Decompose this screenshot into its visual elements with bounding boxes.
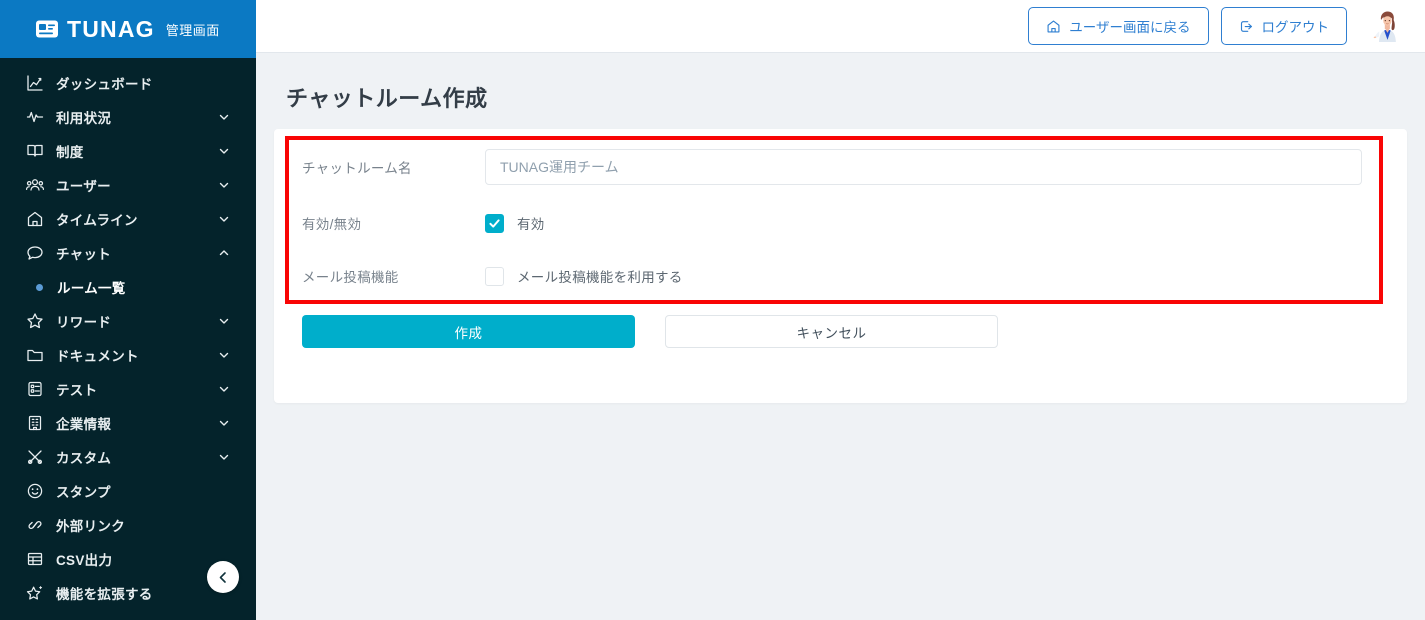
home-icon — [26, 210, 44, 228]
brand-subtitle: 管理画面 — [165, 22, 220, 38]
home-icon — [1046, 19, 1069, 34]
building-icon — [26, 414, 44, 432]
top-bar: ユーザー画面に戻る ログアウト — [256, 0, 1425, 53]
sidebar-item-external-link[interactable]: 外部リンク — [0, 508, 256, 542]
logout-arrow-icon — [1239, 19, 1262, 34]
mail-post-checkbox[interactable] — [485, 266, 504, 286]
chevron-down-icon[interactable] — [218, 145, 230, 157]
avatar[interactable] — [1367, 6, 1407, 46]
sidebar-item-usage[interactable]: 利用状況 — [0, 100, 256, 134]
mail-post-row: メール投稿機能 メール投稿機能を利用する — [274, 251, 1407, 301]
star-icon — [26, 312, 44, 330]
sidebar-nav: ダッシュボード 利用状況 制度 ユーザー タイムライン チャット ルーム一覧 リ… — [0, 58, 256, 610]
sparkle-star-icon — [26, 584, 44, 602]
room-name-input[interactable] — [485, 149, 1362, 185]
shuffle-custom-icon — [26, 448, 44, 466]
enabled-label: 有効/無効 — [302, 217, 362, 232]
mail-post-label: メール投稿機能 — [302, 270, 399, 285]
back-to-user-screen-button[interactable]: ユーザー画面に戻る — [1028, 7, 1209, 45]
sidebar-item-custom[interactable]: カスタム — [0, 440, 256, 474]
enabled-row: 有効/無効 有効 — [274, 195, 1407, 251]
mail-post-checkbox-wrap[interactable]: メール投稿機能を利用する — [485, 266, 683, 286]
chat-bubble-icon — [26, 244, 44, 262]
chevron-down-icon[interactable] — [218, 451, 230, 463]
page-title: チャットルーム作成 — [286, 86, 488, 111]
active-dot-icon — [36, 283, 43, 291]
sidebar-item-programs[interactable]: 制度 — [0, 134, 256, 168]
chevron-down-icon[interactable] — [218, 213, 230, 225]
brand-logo-bar[interactable]: TUNAG 管理画面 — [0, 0, 256, 58]
sidebar-item-reward[interactable]: リワード — [0, 304, 256, 338]
folder-icon — [26, 346, 44, 364]
logout-label: ログアウト — [1261, 20, 1330, 35]
card-id-icon — [34, 16, 60, 42]
sidebar-item-label: 外部リンク — [56, 519, 125, 534]
sidebar-subitem-label: ルーム一覧 — [57, 281, 126, 296]
create-button[interactable]: 作成 — [302, 315, 635, 348]
sidebar-item-company-info[interactable]: 企業情報 — [0, 406, 256, 440]
sidebar-item-label: ダッシュボード — [56, 77, 153, 92]
sidebar-item-label: ユーザー — [56, 179, 111, 194]
sidebar-item-label: ドキュメント — [56, 349, 139, 364]
clipboard-list-icon — [26, 380, 44, 398]
sidebar-item-label: 利用状況 — [56, 111, 112, 126]
chevron-down-icon[interactable] — [218, 315, 230, 327]
sidebar-item-label: カスタム — [56, 451, 112, 466]
chevron-down-icon[interactable] — [218, 179, 230, 191]
enabled-checkbox[interactable] — [485, 213, 504, 233]
brand-name: TUNAG — [67, 15, 155, 42]
chevron-up-icon[interactable] — [218, 247, 230, 259]
sidebar-item-label: CSV出力 — [56, 553, 113, 568]
sidebar-item-label: タイムライン — [56, 213, 138, 228]
sidebar-item-label: チャット — [56, 247, 112, 262]
sidebar-item-label: スタンプ — [56, 485, 111, 500]
sidebar-item-label: 企業情報 — [56, 417, 112, 432]
sidebar-item-users[interactable]: ユーザー — [0, 168, 256, 202]
cancel-button[interactable]: キャンセル — [665, 315, 998, 348]
sidebar-item-label: 制度 — [56, 145, 84, 160]
main-area: ユーザー画面に戻る ログアウト チャットルーム作成 チャットルーム名 TUNAG… — [256, 0, 1425, 620]
table-grid-icon — [26, 550, 44, 568]
sidebar-item-label: リワード — [56, 315, 112, 330]
sidebar-item-test[interactable]: テスト — [0, 372, 256, 406]
link-chain-icon — [26, 516, 44, 534]
book-open-icon — [26, 142, 44, 160]
enabled-checkbox-label: 有効 — [517, 217, 545, 232]
chevron-down-icon[interactable] — [218, 111, 230, 123]
content-area: チャットルーム作成 チャットルーム名 有効/無効 有効 メール投稿機能 — [256, 53, 1425, 620]
users-group-icon — [26, 176, 44, 194]
smiley-face-icon — [26, 482, 44, 500]
sidebar: TUNAG 管理画面 ダッシュボード 利用状況 制度 ユーザー タイムライン チ… — [0, 0, 256, 620]
sidebar-item-document[interactable]: ドキュメント — [0, 338, 256, 372]
chevron-down-icon[interactable] — [218, 417, 230, 429]
sidebar-item-chat[interactable]: チャット — [0, 236, 256, 270]
back-to-user-screen-label: ユーザー画面に戻る — [1069, 20, 1191, 35]
sidebar-item-timeline[interactable]: タイムライン — [0, 202, 256, 236]
room-name-label: チャットルーム名 — [302, 161, 412, 176]
sidebar-item-room-list[interactable]: ルーム一覧 — [0, 270, 256, 304]
sidebar-item-label: テスト — [56, 383, 98, 398]
chart-analytics-icon — [26, 74, 44, 92]
pulse-activity-icon — [26, 108, 44, 126]
mail-post-checkbox-label: メール投稿機能を利用する — [517, 270, 683, 285]
sidebar-collapse-button[interactable] — [207, 561, 239, 593]
sidebar-item-stamp[interactable]: スタンプ — [0, 474, 256, 508]
sidebar-item-dashboard[interactable]: ダッシュボード — [0, 66, 256, 100]
chat-room-create-card: チャットルーム名 有効/無効 有効 メール投稿機能 メール投稿機能を利用する — [274, 129, 1407, 403]
action-button-row: 作成 キャンセル — [274, 301, 1407, 348]
chevron-left-icon — [217, 571, 230, 584]
chevron-down-icon[interactable] — [218, 349, 230, 361]
logout-button[interactable]: ログアウト — [1220, 7, 1347, 45]
sidebar-item-label: 機能を拡張する — [56, 587, 153, 602]
enabled-checkbox-wrap[interactable]: 有効 — [485, 213, 545, 233]
chevron-down-icon[interactable] — [218, 383, 230, 395]
room-name-row: チャットルーム名 — [274, 129, 1407, 195]
